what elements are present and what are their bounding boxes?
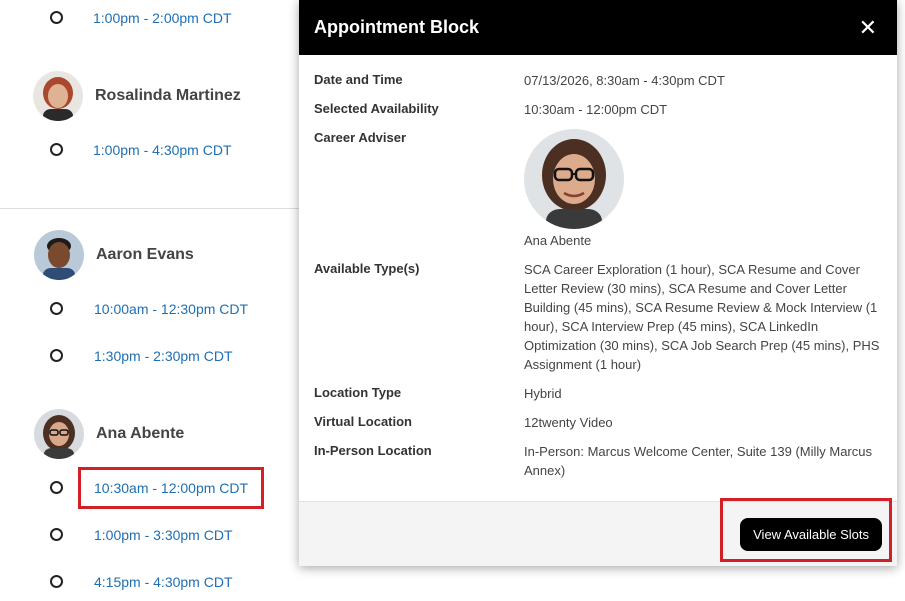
slot-radio[interactable] (50, 302, 63, 315)
slot-link[interactable]: 1:00pm - 3:30pm CDT (94, 527, 233, 543)
slot-radio[interactable] (50, 481, 63, 494)
selected-availability-value: 10:30am - 12:00pm CDT (524, 102, 668, 117)
career-adviser-value: Ana Abente (524, 129, 882, 250)
career-adviser-row: Career Adviser Ana Abente (314, 129, 882, 250)
adviser-name: Aaron Evans (96, 246, 194, 263)
available-types-row: Available Type(s) SCA Career Exploration… (314, 260, 882, 374)
virtual-location-label: Virtual Location (314, 414, 412, 429)
virtual-location-row: Virtual Location 12twenty Video (314, 413, 882, 432)
selection-highlight (78, 467, 264, 509)
radio-icon[interactable] (50, 528, 63, 541)
career-adviser-label: Career Adviser (314, 130, 407, 145)
button-highlight (720, 498, 892, 562)
modal-body: Date and Time 07/13/2026, 8:30am - 4:30p… (299, 55, 897, 480)
slot-link[interactable]: 10:00am - 12:30pm CDT (94, 301, 248, 317)
slot-link[interactable]: 1:30pm - 2:30pm CDT (94, 348, 233, 364)
adviser-row: Aaron Evans (34, 230, 194, 280)
divider (0, 208, 300, 209)
adviser-name: Rosalinda Martinez (95, 87, 241, 104)
radio-icon[interactable] (50, 481, 63, 494)
location-type-value: Hybrid (524, 386, 562, 401)
avatar (34, 230, 84, 280)
appointment-block-modal: Appointment Block ✕ Date and Time 07/13/… (299, 0, 897, 566)
location-type-row: Location Type Hybrid (314, 384, 882, 403)
selected-availability-row: Selected Availability 10:30am - 12:00pm … (314, 100, 882, 119)
date-time-label: Date and Time (314, 72, 403, 87)
adviser-name: Ana Abente (96, 425, 185, 442)
close-icon[interactable]: ✕ (859, 16, 877, 39)
adviser-row: Rosalinda Martinez (33, 71, 241, 121)
selected-availability-label: Selected Availability (314, 101, 439, 116)
adviser-row: Ana Abente (34, 409, 184, 459)
date-time-row: Date and Time 07/13/2026, 8:30am - 4:30p… (314, 71, 882, 90)
in-person-location-row: In-Person Location In-Person: Marcus Wel… (314, 442, 882, 480)
date-time-value: 07/13/2026, 8:30am - 4:30pm CDT (524, 73, 725, 88)
modal-header: Appointment Block ✕ (299, 0, 897, 55)
modal-title: Appointment Block (314, 17, 479, 37)
slot-radio[interactable] (50, 143, 63, 156)
slot-link[interactable]: 4:15pm - 4:30pm CDT (94, 574, 233, 590)
available-types-label: Available Type(s) (314, 261, 420, 276)
slot-radio[interactable] (50, 528, 63, 541)
available-types-value: SCA Career Exploration (1 hour), SCA Res… (524, 262, 880, 372)
adviser-photo (524, 129, 624, 229)
radio-icon[interactable] (50, 575, 63, 588)
in-person-location-label: In-Person Location (314, 443, 432, 458)
radio-icon[interactable] (50, 143, 63, 156)
adviser-name: Ana Abente (524, 233, 592, 248)
slot-radio[interactable] (50, 11, 63, 24)
radio-icon[interactable] (50, 11, 63, 24)
in-person-location-value: In-Person: Marcus Welcome Center, Suite … (524, 444, 872, 478)
radio-icon[interactable] (50, 349, 63, 362)
slot-link[interactable]: 1:00pm - 4:30pm CDT (93, 142, 232, 158)
slot-radio[interactable] (50, 349, 63, 362)
location-type-label: Location Type (314, 385, 402, 400)
radio-icon[interactable] (50, 302, 63, 315)
avatar (33, 71, 83, 121)
slot-link[interactable]: 1:00pm - 2:00pm CDT (93, 10, 232, 26)
virtual-location-value: 12twenty Video (524, 415, 613, 430)
avatar (34, 409, 84, 459)
slot-radio[interactable] (50, 575, 63, 588)
